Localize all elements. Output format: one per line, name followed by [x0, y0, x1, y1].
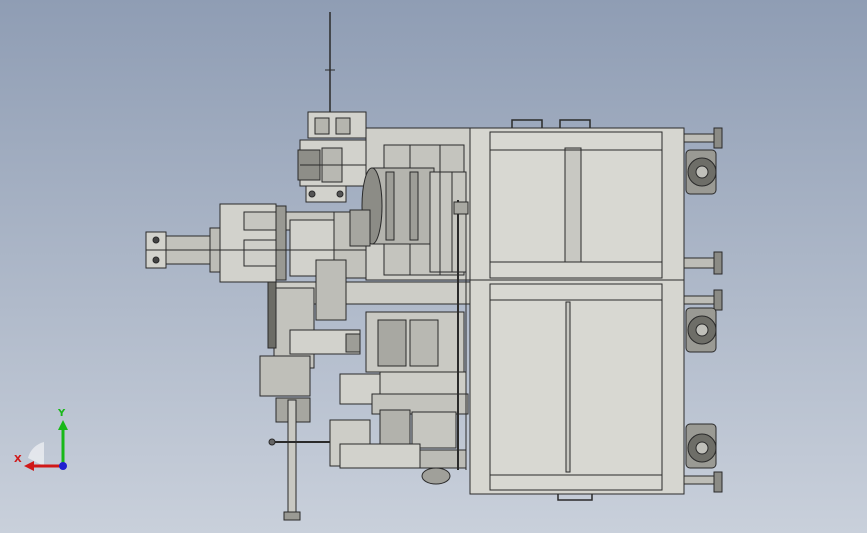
machine-assembly-model[interactable] [0, 0, 867, 533]
triad-icon [24, 420, 68, 471]
triad-x-label: X [14, 454, 22, 465]
dark-side-plate [267, 281, 277, 349]
graphics-viewport[interactable]: Y X [0, 0, 867, 533]
top-gripper-assembly [297, 111, 367, 203]
triad-y-label: Y [58, 408, 66, 419]
casters-and-feet [683, 127, 723, 493]
view-triad: Y X [10, 408, 80, 478]
